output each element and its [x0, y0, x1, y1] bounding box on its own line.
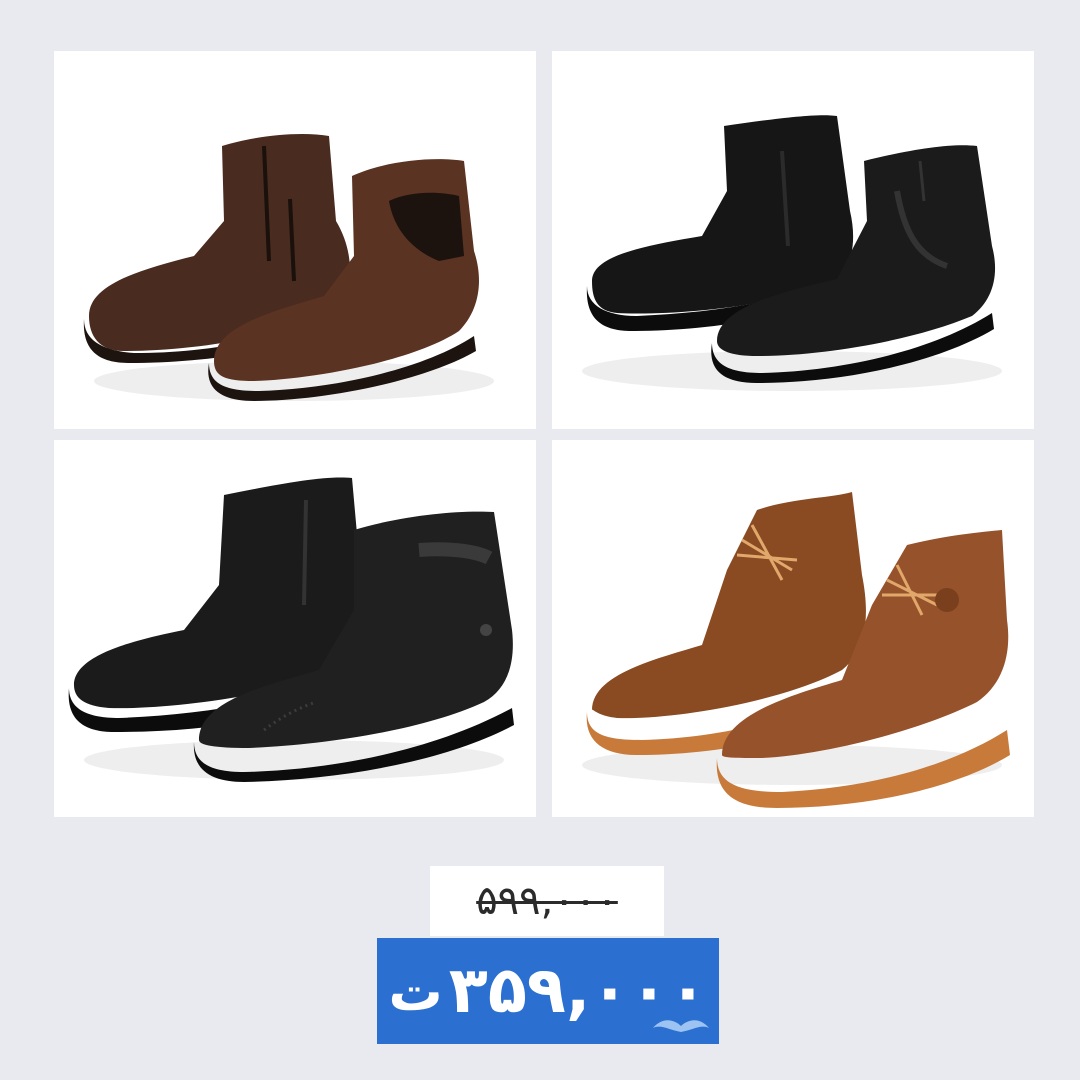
- old-price: ۵۹۹,۰۰۰: [476, 878, 618, 924]
- black-brogue-boots-image: [68, 477, 514, 782]
- currency-symbol: ت: [388, 959, 443, 1023]
- product-image-black-brogue-boots[interactable]: [54, 440, 536, 817]
- product-image-black-boots[interactable]: [552, 51, 1034, 429]
- product-image-brown-boots[interactable]: [54, 51, 536, 429]
- new-price-badge: ت ۳۵۹,۰۰۰: [377, 938, 719, 1044]
- brown-boots-image: [83, 134, 494, 401]
- mustache-decoration-icon: [653, 1020, 709, 1032]
- tan-lace-up-boots-image: [582, 492, 1010, 808]
- black-boots-image: [582, 115, 1002, 391]
- product-image-grid: [54, 51, 1034, 817]
- product-image-tan-lace-up-boots[interactable]: [552, 440, 1034, 817]
- old-price-box: ۵۹۹,۰۰۰: [430, 866, 664, 936]
